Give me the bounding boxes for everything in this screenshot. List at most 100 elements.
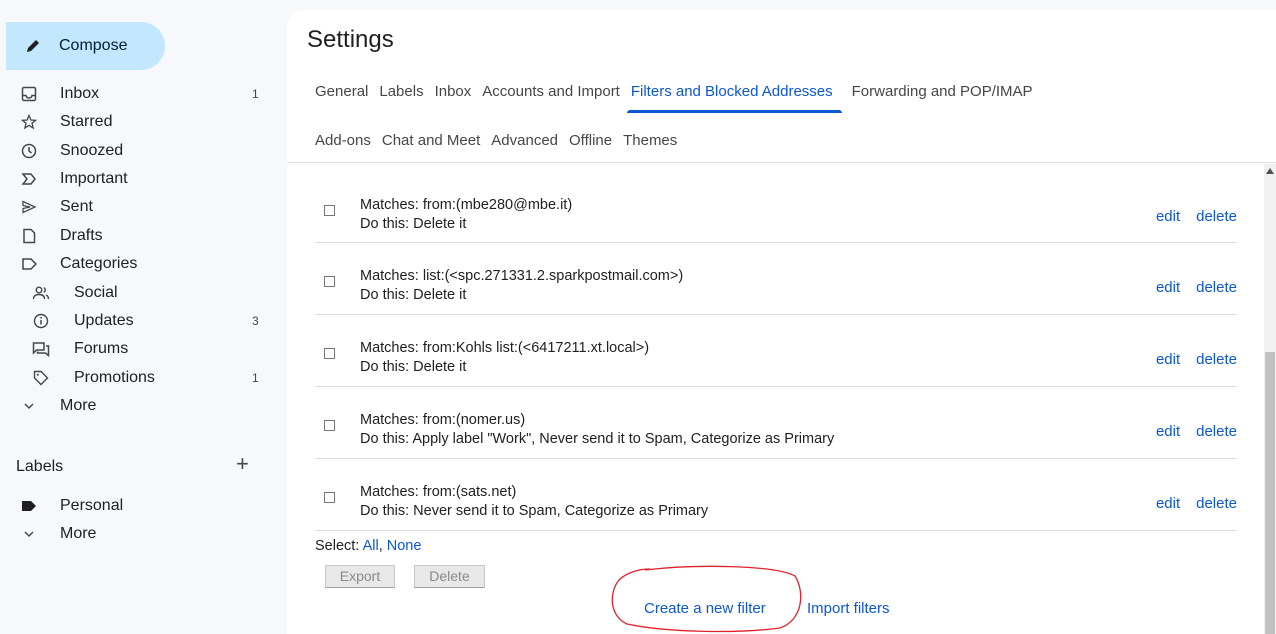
filter-text: Matches: from:(sats.net) Do this: Never … — [360, 483, 708, 521]
filter-actions: edit delete — [1140, 208, 1237, 225]
info-icon — [32, 312, 50, 330]
create-label-button[interactable]: + — [236, 451, 249, 477]
settings-tabs-row2: Add-ons Chat and Meet Advanced Offline T… — [315, 132, 688, 149]
compose-button[interactable]: Compose — [6, 22, 165, 70]
delete-filter-link[interactable]: delete — [1196, 279, 1237, 296]
chevron-down-icon — [20, 525, 38, 543]
people-icon — [32, 284, 50, 302]
annotation-circle — [611, 565, 802, 633]
edit-filter-link[interactable]: edit — [1156, 351, 1180, 368]
label-filled-icon — [20, 497, 38, 515]
filter-list: Matches: from:(mbe280@mbe.it) Do this: D… — [315, 163, 1237, 531]
unread-count: 3 — [252, 314, 259, 328]
sidebar-item-label: Starred — [60, 113, 113, 130]
sidebar-item-updates[interactable]: Updates 3 — [0, 307, 270, 335]
sidebar-label-more[interactable]: More — [0, 520, 270, 548]
sidebar-item-label: Sent — [60, 198, 93, 215]
filter-actions: edit delete — [1140, 279, 1237, 296]
sidebar-item-snoozed[interactable]: Snoozed — [0, 137, 270, 165]
sidebar-item-label: Snoozed — [60, 142, 124, 159]
sidebar-item-categories[interactable]: Categories — [0, 250, 270, 278]
edit-filter-link[interactable]: edit — [1156, 423, 1180, 440]
filter-actions: edit delete — [1140, 495, 1237, 512]
settings-panel: Settings General Labels Inbox Accounts a… — [287, 10, 1276, 634]
filter-row: Matches: from:(nomer.us) Do this: Apply … — [315, 387, 1237, 459]
filter-matches: Matches: from:(nomer.us) — [360, 412, 526, 428]
tab-filters-and-blocked-addresses[interactable]: Filters and Blocked Addresses — [626, 83, 842, 113]
tab-advanced[interactable]: Advanced — [491, 132, 558, 149]
filter-checkbox[interactable] — [324, 492, 335, 503]
forum-icon — [32, 340, 50, 358]
filter-row: Matches: from:(sats.net) Do this: Never … — [315, 459, 1237, 531]
unread-count: 1 — [252, 87, 259, 101]
sidebar-label-personal[interactable]: Personal — [0, 492, 270, 520]
tab-add-ons[interactable]: Add-ons — [315, 132, 371, 149]
tab-general[interactable]: General — [315, 83, 368, 100]
filter-row: Matches: from:(mbe280@mbe.it) Do this: D… — [315, 163, 1237, 243]
star-icon — [20, 113, 38, 131]
sidebar-item-social[interactable]: Social — [0, 279, 270, 307]
delete-filter-link[interactable]: delete — [1196, 351, 1237, 368]
draft-icon — [20, 227, 38, 245]
filter-checkbox[interactable] — [324, 348, 335, 359]
edit-filter-link[interactable]: edit — [1156, 495, 1180, 512]
scrollbar[interactable] — [1264, 164, 1276, 634]
filter-matches: Matches: from:(sats.net) — [360, 484, 517, 500]
scrollbar-thumb[interactable] — [1265, 352, 1275, 634]
sidebar-item-label: Important — [60, 170, 128, 187]
tab-offline[interactable]: Offline — [569, 132, 612, 149]
sidebar-item-drafts[interactable]: Drafts — [0, 222, 270, 250]
select-all-link[interactable]: All — [363, 538, 379, 554]
sidebar-item-promotions[interactable]: Promotions 1 — [0, 364, 270, 392]
sidebar-item-label: Categories — [60, 255, 138, 272]
filter-text: Matches: from:Kohls list:(<6417211.xt.lo… — [360, 339, 649, 377]
delete-selected-button[interactable]: Delete — [414, 565, 485, 588]
sidebar-item-label: Promotions — [74, 369, 155, 386]
sidebar-item-important[interactable]: Important — [0, 165, 270, 193]
sidebar-item-label: Drafts — [60, 227, 103, 244]
sidebar-item-starred[interactable]: Starred — [0, 108, 270, 136]
select-separator: , — [378, 538, 387, 554]
delete-filter-link[interactable]: delete — [1196, 423, 1237, 440]
sidebar-item-inbox[interactable]: Inbox 1 — [0, 80, 270, 108]
sidebar-item-more[interactable]: More — [0, 392, 270, 420]
filter-checkbox[interactable] — [324, 205, 335, 216]
filter-row: Matches: from:Kohls list:(<6417211.xt.lo… — [315, 315, 1237, 387]
select-none-link[interactable]: None — [387, 538, 422, 554]
sidebar-item-sent[interactable]: Sent — [0, 193, 270, 221]
scroll-up-arrow-icon[interactable] — [1266, 168, 1274, 174]
tab-themes[interactable]: Themes — [623, 132, 677, 149]
sidebar-item-label: Updates — [74, 312, 134, 329]
filter-checkbox[interactable] — [324, 420, 335, 431]
filter-action: Do this: Delete it — [360, 359, 467, 375]
sidebar-item-forums[interactable]: Forums — [0, 335, 270, 363]
tab-forwarding-pop-imap[interactable]: Forwarding and POP/IMAP — [852, 83, 1033, 100]
compose-label: Compose — [59, 37, 128, 54]
edit-filter-link[interactable]: edit — [1156, 279, 1180, 296]
delete-filter-link[interactable]: delete — [1196, 208, 1237, 225]
unread-count: 1 — [252, 371, 259, 385]
tab-inbox[interactable]: Inbox — [435, 83, 472, 100]
sidebar-item-label: Social — [74, 284, 118, 301]
filter-text: Matches: from:(nomer.us) Do this: Apply … — [360, 411, 834, 449]
filter-action: Do this: Apply label "Work", Never send … — [360, 431, 835, 447]
filter-matches: Matches: from:Kohls list:(<6417211.xt.lo… — [360, 340, 650, 356]
filter-checkbox[interactable] — [324, 276, 335, 287]
tab-chat-and-meet[interactable]: Chat and Meet — [382, 132, 480, 149]
send-icon — [20, 198, 38, 216]
page-title: Settings — [307, 26, 394, 53]
delete-filter-link[interactable]: delete — [1196, 495, 1237, 512]
export-button[interactable]: Export — [325, 565, 395, 588]
sidebar-item-label: More — [60, 525, 97, 542]
sidebar-item-label: Forums — [74, 340, 129, 357]
labels-heading: Labels + — [16, 451, 266, 480]
edit-filter-link[interactable]: edit — [1156, 208, 1180, 225]
tab-labels[interactable]: Labels — [379, 83, 423, 100]
select-controls: Select: All, None — [315, 538, 421, 554]
important-icon — [20, 170, 38, 188]
filter-actions: edit delete — [1140, 351, 1237, 368]
tag-icon — [32, 369, 50, 387]
tab-accounts-and-import[interactable]: Accounts and Import — [482, 83, 620, 100]
filter-row: Matches: list:(<spc.271331.2.sparkpostma… — [315, 243, 1237, 315]
chevron-down-icon — [20, 397, 38, 415]
